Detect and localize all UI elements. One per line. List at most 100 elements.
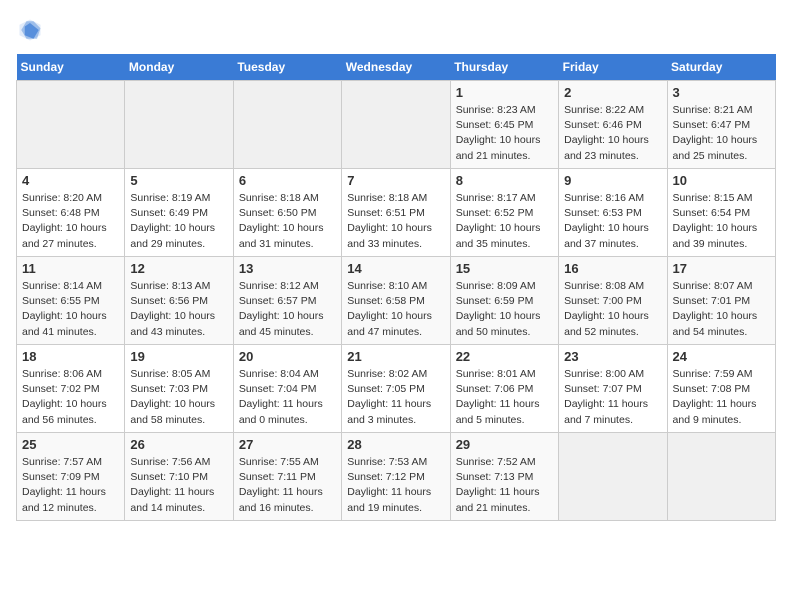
day-number: 9	[564, 173, 661, 188]
day-number: 14	[347, 261, 444, 276]
calendar-week-row: 4 Sunrise: 8:20 AMSunset: 6:48 PMDaylight…	[17, 169, 776, 257]
day-info: Sunrise: 8:04 AMSunset: 7:04 PMDaylight:…	[239, 367, 336, 428]
calendar-day-cell: 8 Sunrise: 8:17 AMSunset: 6:52 PMDaylight…	[450, 169, 558, 257]
calendar-day-cell	[125, 81, 233, 169]
calendar-day-cell: 28Sunrise: 7:53 AMSunset: 7:12 PMDayligh…	[342, 433, 450, 521]
logo-icon	[16, 16, 44, 44]
weekday-header-sunday: Sunday	[17, 54, 125, 81]
day-number: 5	[130, 173, 227, 188]
calendar-day-cell: 5Sunrise: 8:19 AMSunset: 6:49 PMDaylight…	[125, 169, 233, 257]
day-number: 18	[22, 349, 119, 364]
day-info: Sunrise: 8:01 AMSunset: 7:06 PMDaylight:…	[456, 367, 553, 428]
calendar-table: SundayMondayTuesdayWednesdayThursdayFrid…	[16, 54, 776, 521]
day-number: 17	[673, 261, 770, 276]
weekday-header-monday: Monday	[125, 54, 233, 81]
day-number: 22	[456, 349, 553, 364]
calendar-day-cell: 26 Sunrise: 7:56 AMSunset: 7:10 PMDayligh…	[125, 433, 233, 521]
calendar-day-cell: 27 Sunrise: 7:55 AMSunset: 7:11 PMDayligh…	[233, 433, 341, 521]
day-info: Sunrise: 8:20 AMSunset: 6:48 PMDaylight:…	[22, 191, 119, 252]
calendar-day-cell	[17, 81, 125, 169]
day-info: Sunrise: 8:10 AMSunset: 6:58 PMDaylight:…	[347, 279, 444, 340]
calendar-day-cell: 1 Sunrise: 8:23 AMSunset: 6:45 PMDaylight…	[450, 81, 558, 169]
day-number: 26	[130, 437, 227, 452]
day-info: Sunrise: 7:57 AMSunset: 7:09 PMDaylight:…	[22, 455, 119, 516]
day-number: 25	[22, 437, 119, 452]
calendar-week-row: 25 Sunrise: 7:57 AMSunset: 7:09 PMDayligh…	[17, 433, 776, 521]
day-number: 6	[239, 173, 336, 188]
calendar-day-cell: 16 Sunrise: 8:08 AMSunset: 7:00 PMDayligh…	[559, 257, 667, 345]
calendar-day-cell: 25 Sunrise: 7:57 AMSunset: 7:09 PMDayligh…	[17, 433, 125, 521]
day-info: Sunrise: 8:23 AMSunset: 6:45 PMDaylight:…	[456, 103, 553, 164]
calendar-day-cell: 20 Sunrise: 8:04 AMSunset: 7:04 PMDayligh…	[233, 345, 341, 433]
weekday-header-wednesday: Wednesday	[342, 54, 450, 81]
day-info: Sunrise: 8:16 AMSunset: 6:53 PMDaylight:…	[564, 191, 661, 252]
day-info: Sunrise: 8:05 AMSunset: 7:03 PMDaylight:…	[130, 367, 227, 428]
calendar-day-cell	[233, 81, 341, 169]
weekday-header-friday: Friday	[559, 54, 667, 81]
calendar-day-cell	[667, 433, 775, 521]
day-number: 27	[239, 437, 336, 452]
day-info: Sunrise: 8:06 AMSunset: 7:02 PMDaylight:…	[22, 367, 119, 428]
calendar-day-cell: 18 Sunrise: 8:06 AMSunset: 7:02 PMDayligh…	[17, 345, 125, 433]
calendar-day-cell	[559, 433, 667, 521]
day-info: Sunrise: 7:59 AMSunset: 7:08 PMDaylight:…	[673, 367, 770, 428]
calendar-day-cell: 22 Sunrise: 8:01 AMSunset: 7:06 PMDayligh…	[450, 345, 558, 433]
day-number: 8	[456, 173, 553, 188]
day-number: 13	[239, 261, 336, 276]
calendar-day-cell: 11Sunrise: 8:14 AMSunset: 6:55 PMDayligh…	[17, 257, 125, 345]
calendar-day-cell: 14 Sunrise: 8:10 AMSunset: 6:58 PMDayligh…	[342, 257, 450, 345]
day-number: 19	[130, 349, 227, 364]
day-info: Sunrise: 8:18 AMSunset: 6:51 PMDaylight:…	[347, 191, 444, 252]
day-number: 12	[130, 261, 227, 276]
calendar-day-cell: 3Sunrise: 8:21 AMSunset: 6:47 PMDaylight…	[667, 81, 775, 169]
calendar-day-cell: 10 Sunrise: 8:15 AMSunset: 6:54 PMDayligh…	[667, 169, 775, 257]
day-number: 16	[564, 261, 661, 276]
day-number: 20	[239, 349, 336, 364]
day-info: Sunrise: 8:21 AMSunset: 6:47 PMDaylight:…	[673, 103, 770, 164]
calendar-week-row: 18 Sunrise: 8:06 AMSunset: 7:02 PMDayligh…	[17, 345, 776, 433]
day-info: Sunrise: 8:15 AMSunset: 6:54 PMDaylight:…	[673, 191, 770, 252]
calendar-day-cell: 17 Sunrise: 8:07 AMSunset: 7:01 PMDayligh…	[667, 257, 775, 345]
calendar-day-cell: 29 Sunrise: 7:52 AMSunset: 7:13 PMDayligh…	[450, 433, 558, 521]
day-info: Sunrise: 8:09 AMSunset: 6:59 PMDaylight:…	[456, 279, 553, 340]
calendar-day-cell: 21 Sunrise: 8:02 AMSunset: 7:05 PMDayligh…	[342, 345, 450, 433]
day-info: Sunrise: 8:14 AMSunset: 6:55 PMDaylight:…	[22, 279, 119, 340]
day-info: Sunrise: 8:02 AMSunset: 7:05 PMDaylight:…	[347, 367, 444, 428]
day-number: 2	[564, 85, 661, 100]
day-number: 4	[22, 173, 119, 188]
calendar-day-cell: 13 Sunrise: 8:12 AMSunset: 6:57 PMDayligh…	[233, 257, 341, 345]
day-info: Sunrise: 7:56 AMSunset: 7:10 PMDaylight:…	[130, 455, 227, 516]
calendar-day-cell: 6 Sunrise: 8:18 AMSunset: 6:50 PMDaylight…	[233, 169, 341, 257]
day-number: 28	[347, 437, 444, 452]
day-info: Sunrise: 8:13 AMSunset: 6:56 PMDaylight:…	[130, 279, 227, 340]
day-number: 10	[673, 173, 770, 188]
day-info: Sunrise: 7:55 AMSunset: 7:11 PMDaylight:…	[239, 455, 336, 516]
calendar-day-cell: 7 Sunrise: 8:18 AMSunset: 6:51 PMDaylight…	[342, 169, 450, 257]
day-number: 23	[564, 349, 661, 364]
day-info: Sunrise: 7:52 AMSunset: 7:13 PMDaylight:…	[456, 455, 553, 516]
day-info: Sunrise: 8:22 AMSunset: 6:46 PMDaylight:…	[564, 103, 661, 164]
calendar-day-cell: 23Sunrise: 8:00 AMSunset: 7:07 PMDayligh…	[559, 345, 667, 433]
day-info: Sunrise: 8:07 AMSunset: 7:01 PMDaylight:…	[673, 279, 770, 340]
day-info: Sunrise: 8:08 AMSunset: 7:00 PMDaylight:…	[564, 279, 661, 340]
calendar-day-cell: 19 Sunrise: 8:05 AMSunset: 7:03 PMDayligh…	[125, 345, 233, 433]
weekday-header-tuesday: Tuesday	[233, 54, 341, 81]
weekday-header-saturday: Saturday	[667, 54, 775, 81]
day-number: 29	[456, 437, 553, 452]
weekday-header-row: SundayMondayTuesdayWednesdayThursdayFrid…	[17, 54, 776, 81]
day-number: 24	[673, 349, 770, 364]
calendar-day-cell: 9 Sunrise: 8:16 AMSunset: 6:53 PMDaylight…	[559, 169, 667, 257]
day-number: 21	[347, 349, 444, 364]
day-number: 7	[347, 173, 444, 188]
calendar-week-row: 11Sunrise: 8:14 AMSunset: 6:55 PMDayligh…	[17, 257, 776, 345]
day-info: Sunrise: 8:17 AMSunset: 6:52 PMDaylight:…	[456, 191, 553, 252]
day-info: Sunrise: 8:12 AMSunset: 6:57 PMDaylight:…	[239, 279, 336, 340]
weekday-header-thursday: Thursday	[450, 54, 558, 81]
calendar-day-cell: 4 Sunrise: 8:20 AMSunset: 6:48 PMDaylight…	[17, 169, 125, 257]
day-number: 1	[456, 85, 553, 100]
day-info: Sunrise: 8:18 AMSunset: 6:50 PMDaylight:…	[239, 191, 336, 252]
calendar-day-cell: 15Sunrise: 8:09 AMSunset: 6:59 PMDayligh…	[450, 257, 558, 345]
logo	[16, 16, 48, 44]
calendar-day-cell: 24 Sunrise: 7:59 AMSunset: 7:08 PMDayligh…	[667, 345, 775, 433]
calendar-week-row: 1 Sunrise: 8:23 AMSunset: 6:45 PMDaylight…	[17, 81, 776, 169]
